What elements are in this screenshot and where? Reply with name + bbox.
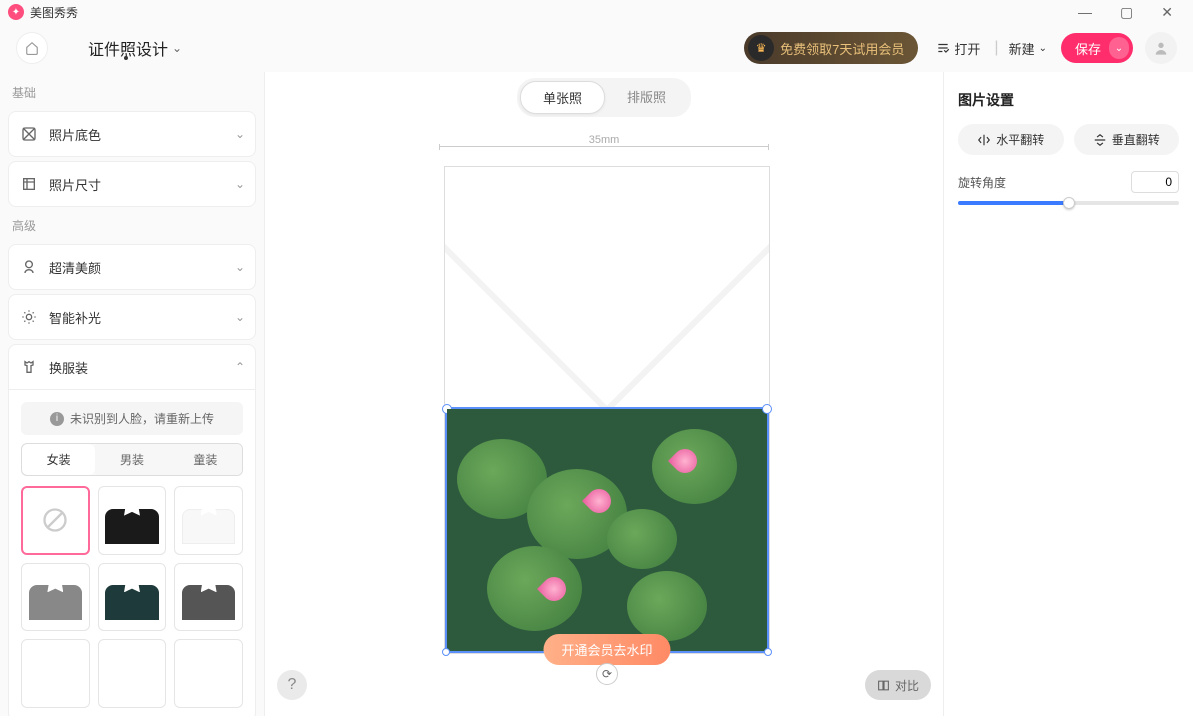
rotate-input[interactable]: [1131, 171, 1179, 193]
seg-kids[interactable]: 童装: [169, 444, 242, 475]
vip-badge-icon: ♛: [748, 35, 774, 61]
size-icon: [19, 174, 39, 194]
chevron-down-icon: ⌄: [172, 41, 182, 55]
clothes-item[interactable]: [21, 639, 90, 708]
clothes-item[interactable]: [174, 563, 243, 632]
clothes-gender-segment: 女装 男装 童装: [21, 443, 243, 476]
clothes-item-none[interactable]: [21, 486, 90, 555]
compare-button[interactable]: 对比: [865, 670, 931, 700]
section-label-basic: 基础: [0, 78, 264, 107]
page-title-dropdown[interactable]: 证件照设计 ⌄: [88, 36, 182, 60]
clothes-item[interactable]: [98, 486, 167, 555]
beauty-icon: [19, 257, 39, 277]
resize-handle-icon[interactable]: [442, 648, 450, 656]
save-button[interactable]: 保存 ⌄: [1061, 33, 1133, 63]
vip-promo-text: 免费领取7天试用会员: [780, 39, 904, 58]
avatar-button[interactable]: [1145, 32, 1177, 64]
clothes-item[interactable]: [98, 563, 167, 632]
panel-heading: 图片设置: [958, 90, 1179, 110]
accordion-change-clothes[interactable]: 换服装 ⌃: [8, 344, 256, 390]
titlebar: ✦ 美图秀秀 — ▢ ✕: [0, 0, 1193, 24]
clothes-item[interactable]: [174, 486, 243, 555]
toolbar: 证件照设计 ⌄ ♛ 免费领取7天试用会员 打开 | 新建 ⌄ 保存 ⌄: [0, 24, 1193, 72]
clothes-icon: [19, 357, 39, 377]
slider-thumb-icon[interactable]: [1063, 197, 1075, 209]
chevron-down-icon: ⌄: [235, 177, 245, 191]
clothes-item[interactable]: [174, 639, 243, 708]
info-icon: i: [50, 412, 64, 426]
accordion-photo-bg[interactable]: 照片底色 ⌄: [8, 111, 256, 157]
bg-color-icon: [19, 124, 39, 144]
accordion-photo-size[interactable]: 照片尺寸 ⌄: [8, 161, 256, 207]
section-label-advanced: 高级: [0, 211, 264, 240]
canvas-area: 单张照 排版照 35mm 53mm 626px 开通会员去水印: [265, 72, 943, 716]
chevron-down-icon: ⌄: [235, 127, 245, 141]
open-button[interactable]: 打开: [936, 39, 980, 58]
right-panel: 图片设置 水平翻转 垂直翻转 旋转角度: [943, 72, 1193, 716]
home-button[interactable]: [16, 32, 48, 64]
flip-horizontal-button[interactable]: 水平翻转: [958, 124, 1064, 155]
flip-vertical-button[interactable]: 垂直翻转: [1074, 124, 1180, 155]
selected-image[interactable]: 开通会员去水印 ⟳: [445, 407, 769, 653]
app-logo-icon: ✦: [8, 4, 24, 20]
lotus-image: [447, 409, 767, 651]
accordion-smart-light[interactable]: 智能补光 ⌄: [8, 294, 256, 340]
seg-men[interactable]: 男装: [95, 444, 168, 475]
light-icon: [19, 307, 39, 327]
clothes-item[interactable]: [98, 639, 167, 708]
rotate-label: 旋转角度: [958, 174, 1006, 191]
tab-single[interactable]: 单张照: [520, 81, 605, 114]
rotate-slider[interactable]: [958, 201, 1179, 205]
rotate-handle-icon[interactable]: ⟳: [596, 663, 618, 685]
clothes-grid: [9, 486, 255, 716]
maximize-icon[interactable]: ▢: [1120, 4, 1133, 21]
tab-layout[interactable]: 排版照: [605, 81, 688, 114]
remove-watermark-button[interactable]: 开通会员去水印: [543, 634, 670, 665]
indicator-dot-icon: [124, 56, 128, 60]
vip-promo-button[interactable]: ♛ 免费领取7天试用会员: [744, 32, 918, 64]
chevron-up-icon: ⌃: [235, 360, 245, 374]
minimize-icon[interactable]: —: [1078, 4, 1092, 21]
no-face-notice: i 未识别到人脸，请重新上传: [21, 402, 243, 435]
chevron-down-icon[interactable]: ⌄: [1109, 37, 1129, 59]
page-title: 证件照设计: [88, 36, 168, 60]
accordion-hd-beauty[interactable]: 超清美颜 ⌄: [8, 244, 256, 290]
flip-h-icon: [977, 133, 991, 147]
user-icon: [1153, 40, 1169, 56]
open-icon: [936, 41, 950, 55]
chevron-down-icon: ⌄: [1039, 43, 1047, 54]
home-icon: [25, 41, 39, 55]
left-panel: 基础 照片底色 ⌄ 照片尺寸 ⌄ 高级 超清美颜 ⌄ 智能补光 ⌄ 换服装 ⌃: [0, 72, 265, 716]
slider-fill: [958, 201, 1069, 205]
chevron-down-icon: ⌄: [235, 310, 245, 324]
app-name: 美图秀秀: [30, 4, 78, 21]
compare-icon: [877, 679, 890, 692]
clothes-item[interactable]: [21, 563, 90, 632]
photo-frame[interactable]: 开通会员去水印 ⟳: [444, 166, 770, 654]
help-button[interactable]: ?: [277, 670, 307, 700]
new-button[interactable]: 新建 ⌄: [1009, 39, 1047, 58]
chevron-down-icon: ⌄: [235, 260, 245, 274]
resize-handle-icon[interactable]: [764, 648, 772, 656]
seg-women[interactable]: 女装: [22, 444, 95, 475]
flip-v-icon: [1093, 133, 1107, 147]
divider: |: [994, 39, 998, 57]
close-icon[interactable]: ✕: [1161, 4, 1173, 21]
